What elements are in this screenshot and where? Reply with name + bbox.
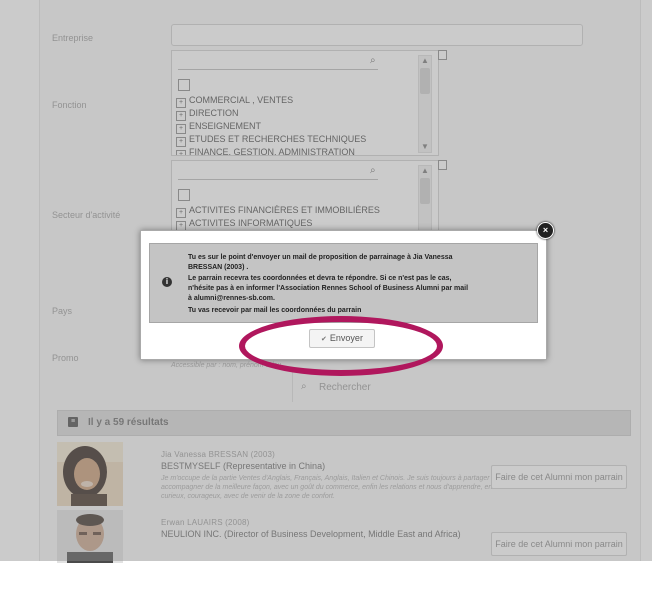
godparent-confirm-dialog: i Tu es sur le point d'envoyer un mail d… <box>140 230 547 360</box>
message-line: Tu es sur le point d'envoyer un mail de … <box>188 254 453 261</box>
message-line: n'hésite pas à en informer l'Association… <box>188 285 469 292</box>
message-line: BRESSAN (2003) . <box>188 264 249 271</box>
info-message-box: i Tu es sur le point d'envoyer un mail d… <box>149 243 538 323</box>
info-icon: i <box>162 277 172 287</box>
message-line: Tu vas recevoir par mail les coordonnées… <box>188 307 362 314</box>
message-line: à alumni@rennes-sb.com. <box>188 295 275 302</box>
send-button[interactable]: ✔ Envoyer <box>309 329 375 348</box>
message-line: Le parrain recevra tes coordonnées et de… <box>188 275 452 282</box>
close-icon[interactable]: × <box>537 222 554 239</box>
check-icon: ✔ <box>321 336 327 343</box>
